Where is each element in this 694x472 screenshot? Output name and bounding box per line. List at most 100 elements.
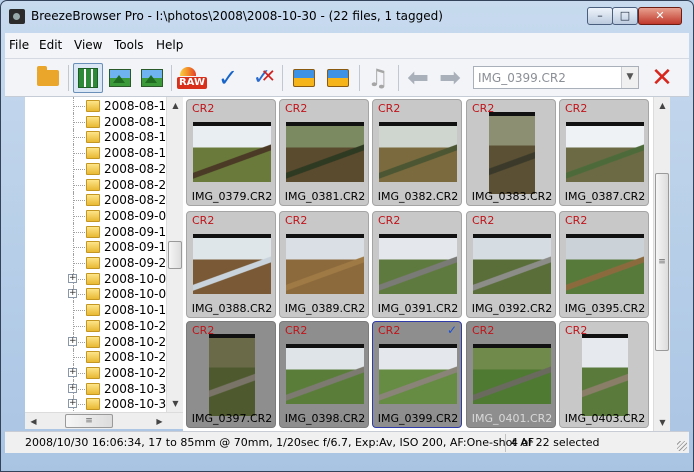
minimize-button[interactable]: – bbox=[587, 7, 613, 25]
tree-horizontal-scrollbar[interactable]: ◀ ≡ ▶ bbox=[25, 412, 183, 429]
close-window-button[interactable]: ✕ bbox=[638, 7, 682, 25]
thumbnail-item[interactable]: CR2 IMG_0379.CR2 bbox=[186, 99, 276, 206]
thumbnail-view-button[interactable] bbox=[73, 63, 103, 93]
thumbnail-filename: IMG_0379.CR2 bbox=[191, 190, 273, 203]
folder-icon bbox=[86, 162, 100, 175]
tree-branch-line bbox=[73, 200, 85, 202]
thumbnail-item[interactable]: CR2 IMG_0383.CR2 bbox=[466, 99, 556, 206]
folder-icon bbox=[86, 382, 100, 395]
tag-button[interactable]: ✓ bbox=[213, 63, 243, 93]
expand-plus-icon[interactable]: + bbox=[68, 399, 77, 409]
rotate-right-button[interactable] bbox=[323, 63, 353, 93]
thumbnail-item[interactable]: CR2 IMG_0389.CR2 bbox=[279, 211, 369, 318]
thumbnail-item[interactable]: CR2 IMG_0403.CR2 bbox=[559, 321, 649, 428]
thumbnail-item[interactable]: CR2 IMG_0381.CR2 bbox=[279, 99, 369, 206]
expand-plus-icon[interactable]: + bbox=[68, 336, 77, 346]
thumbnail-item[interactable]: CR2 IMG_0387.CR2 bbox=[559, 99, 649, 206]
menu-edit[interactable]: Edit bbox=[39, 38, 62, 52]
resize-grip-icon[interactable] bbox=[677, 441, 687, 451]
tree-folder-label: 2008-10-29 bbox=[104, 365, 174, 380]
menu-help[interactable]: Help bbox=[156, 38, 183, 52]
file-type-label: CR2 bbox=[565, 214, 588, 227]
thumbnail-item[interactable]: CR2 IMG_0391.CR2 bbox=[372, 211, 462, 318]
thumbnail-filename: IMG_0392.CR2 bbox=[471, 302, 553, 315]
camera-app-icon bbox=[9, 9, 25, 24]
folder-icon bbox=[86, 288, 100, 301]
folder-icon bbox=[86, 272, 100, 285]
thumbnail-item[interactable]: CR2 IMG_0382.CR2 bbox=[372, 99, 462, 206]
tree-branch-line bbox=[73, 106, 85, 107]
scroll-down-icon[interactable]: ▼ bbox=[167, 395, 184, 412]
thumbnail-image bbox=[379, 340, 457, 413]
tree-scroll-thumb[interactable] bbox=[168, 241, 182, 269]
thumbnail-item[interactable]: CR2 ✓ IMG_0399.CR2 bbox=[372, 321, 462, 428]
next-folder-button[interactable]: ➡ bbox=[435, 63, 465, 93]
slideshow-music-button[interactable]: ♫ bbox=[363, 63, 393, 93]
scroll-up-icon[interactable]: ▲ bbox=[654, 97, 671, 114]
chevron-down-icon[interactable]: ▼ bbox=[621, 67, 638, 88]
thumbnail-filename: IMG_0395.CR2 bbox=[564, 302, 646, 315]
thumbnail-image bbox=[566, 230, 644, 303]
previous-folder-button[interactable]: ⬅ bbox=[403, 63, 433, 93]
tree-folder-label: 2008-10-30 bbox=[104, 381, 174, 396]
tree-branch-line bbox=[73, 215, 85, 217]
thumbnail-scroll-thumb[interactable]: ≡ bbox=[655, 173, 669, 351]
file-type-label: CR2 bbox=[192, 214, 215, 227]
open-folder-button[interactable] bbox=[33, 63, 63, 93]
thumbnail-item[interactable]: CR2 IMG_0388.CR2 bbox=[186, 211, 276, 318]
preview-split-icon bbox=[109, 69, 131, 87]
scroll-down-icon[interactable]: ▼ bbox=[654, 414, 671, 431]
folder-icon bbox=[86, 209, 100, 222]
full-image-button[interactable] bbox=[137, 63, 167, 93]
expand-plus-icon[interactable]: + bbox=[68, 383, 77, 393]
thumbnail-item[interactable]: CR2 IMG_0397.CR2 bbox=[186, 321, 276, 428]
tree-folder-item[interactable]: +2008-10-31 bbox=[25, 395, 175, 412]
thumbnail-filename: IMG_0401.CR2 bbox=[471, 412, 553, 425]
thumbnail-item[interactable]: CR2 IMG_0392.CR2 bbox=[466, 211, 556, 318]
thumbnail-item[interactable]: CR2 IMG_0395.CR2 bbox=[559, 211, 649, 318]
scroll-right-icon[interactable]: ▶ bbox=[151, 413, 168, 430]
toolbar-separator bbox=[171, 65, 172, 91]
scroll-up-icon[interactable]: ▲ bbox=[167, 97, 184, 114]
scroll-left-icon[interactable]: ◀ bbox=[25, 413, 42, 430]
menu-view[interactable]: View bbox=[74, 38, 102, 52]
status-selection-count: 4 of 22 selected bbox=[511, 436, 600, 449]
folder-tree[interactable]: 2008-08-13 2008-08-15 2008-08-17 2008-08-18… bbox=[25, 97, 181, 412]
tree-folder-label: 2008-08-13 bbox=[104, 99, 174, 113]
expand-plus-icon[interactable]: + bbox=[68, 289, 77, 299]
title-bar[interactable]: BreezeBrowser Pro - I:\photos\2008\2008-… bbox=[1, 1, 693, 31]
tree-branch-line bbox=[73, 231, 85, 233]
raw-convert-icon: RAW bbox=[176, 67, 208, 89]
expand-plus-icon[interactable]: + bbox=[68, 273, 77, 283]
open-folder-icon bbox=[37, 66, 59, 86]
tree-hscroll-thumb[interactable]: ≡ bbox=[65, 414, 113, 428]
thumbnail-item[interactable]: CR2 IMG_0398.CR2 bbox=[279, 321, 369, 428]
tree-branch-line bbox=[73, 310, 85, 312]
folder-icon bbox=[86, 131, 100, 144]
current-file-dropdown[interactable]: IMG_0399.CR2 ▼ bbox=[473, 66, 639, 89]
status-exif-info: 2008/10/30 16:06:34, 17 to 85mm @ 70mm, … bbox=[25, 436, 535, 449]
preview-view-button[interactable] bbox=[105, 63, 135, 93]
untag-button[interactable]: ✓ bbox=[247, 63, 277, 93]
expand-plus-icon[interactable]: + bbox=[68, 367, 77, 377]
tree-vertical-scrollbar[interactable]: ▲ ▼ bbox=[166, 97, 183, 412]
menu-file[interactable]: File bbox=[9, 38, 29, 52]
thumbnail-grid[interactable]: CR2 IMG_0379.CR2 CR2 IMG_0381.CR2 CR2 IMG_038… bbox=[183, 97, 653, 431]
maximize-button[interactable]: □ bbox=[612, 7, 638, 25]
tree-branch-line bbox=[73, 168, 85, 170]
menu-tools[interactable]: Tools bbox=[114, 38, 144, 52]
back-arrow-icon: ⬅ bbox=[407, 63, 429, 93]
thumbnail-item[interactable]: CR2 IMG_0401.CR2 bbox=[466, 321, 556, 428]
file-type-label: CR2 bbox=[378, 102, 401, 115]
raw-convert-button[interactable]: RAW bbox=[176, 63, 208, 93]
rotate-right-icon bbox=[327, 69, 349, 87]
thumbnail-vertical-scrollbar[interactable]: ▲ ≡ ▼ bbox=[653, 97, 670, 431]
file-type-label: CR2 bbox=[378, 324, 401, 337]
thumbnail-filename: IMG_0382.CR2 bbox=[377, 190, 459, 203]
thumbnail-image bbox=[193, 334, 271, 416]
thumbnail-image bbox=[286, 340, 364, 413]
close-folder-button[interactable]: ✕ bbox=[647, 63, 677, 93]
thumbnail-filename: IMG_0399.CR2 bbox=[377, 412, 459, 425]
folder-icon bbox=[86, 351, 100, 364]
rotate-left-button[interactable] bbox=[289, 63, 319, 93]
